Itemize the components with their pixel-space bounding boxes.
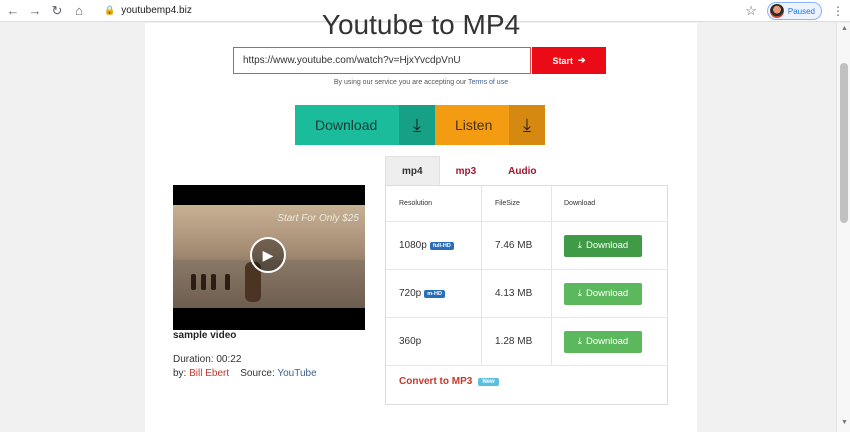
download-table: Resolution FileSize Download 1080p full-… (385, 185, 668, 405)
duration-line: Duration: 00:22 (173, 353, 317, 367)
content-card: Youtube to MP4 https://www.youtube.com/w… (145, 9, 697, 432)
tab-mp4[interactable]: mp4 (385, 156, 440, 186)
download-button[interactable]: ⤓ Download (564, 234, 642, 257)
download-label: Download (585, 288, 629, 299)
by-label: by: (173, 368, 187, 379)
lock-icon: 🔒 (104, 5, 116, 15)
arrow-right-icon: ➔ (577, 55, 586, 65)
download-button[interactable]: ⤓ Download (564, 282, 642, 305)
column-divider (551, 318, 552, 365)
runner-figure (225, 274, 230, 290)
column-divider (481, 186, 482, 221)
download-cell: ⤓ Download (564, 270, 642, 317)
format-tabs: mp4 mp3 Audio (385, 156, 552, 186)
tab-audio[interactable]: Audio (492, 156, 552, 186)
table-row: 1080p full-HD 7.46 MB ⤓ Download (386, 222, 668, 270)
home-icon[interactable]: ⌂ (70, 2, 88, 20)
convert-label: Convert to MP3 (399, 376, 473, 387)
column-divider (481, 270, 482, 317)
column-divider (551, 270, 552, 317)
download-button[interactable]: ⤓ Download (564, 330, 642, 353)
download-icon: ⤓ (577, 336, 582, 347)
download-tray-icon-2: ⤓ (509, 105, 545, 145)
browser-actions: ☆ Paused ⋮ (745, 2, 844, 20)
resolution-cell: 360p (399, 318, 421, 365)
resolution-value: 1080p (399, 240, 427, 251)
new-badge: New (478, 377, 499, 386)
video-url-input[interactable]: https://www.youtube.com/watch?v=HjxYvcdp… (233, 47, 531, 74)
download-icon: ⤓ (577, 288, 582, 299)
avatar (769, 4, 784, 18)
start-label: Start (552, 55, 573, 66)
profile-pill[interactable]: Paused (766, 2, 822, 20)
reload-icon[interactable]: ↻ (48, 2, 66, 20)
vertical-scrollbar[interactable]: ▲ ▼ (836, 23, 850, 432)
runner-figure (201, 274, 206, 290)
download-big-label: Download (315, 117, 378, 133)
listen-big-button[interactable]: Listen ⤓ (435, 105, 545, 145)
header-resolution: Resolution (399, 200, 433, 207)
source-link[interactable]: YouTube (277, 368, 316, 379)
start-button[interactable]: Start ➔ (532, 47, 606, 74)
video-title: sample video (173, 330, 237, 341)
listen-big-label: Listen (455, 117, 493, 133)
download-big-button[interactable]: Download ⤓ (295, 105, 435, 145)
play-icon[interactable]: ▶ (250, 237, 286, 273)
column-divider (481, 318, 482, 365)
quality-badge: full-HD (429, 241, 454, 250)
tab-mp3[interactable]: mp3 (440, 156, 493, 186)
header-download: Download (564, 200, 596, 207)
video-url-value: https://www.youtube.com/watch?v=HjxYvcdp… (243, 55, 461, 66)
forward-arrow-icon[interactable]: → (26, 2, 44, 20)
download-cell: ⤓ Download (564, 318, 642, 365)
quality-badge: m-HD (424, 289, 445, 298)
video-meta: Duration: 00:22 by: Bill Ebert Source: Y… (173, 353, 317, 381)
back-arrow-icon[interactable]: ← (4, 2, 22, 20)
convert-to-mp3-link[interactable]: Convert to MP3 New (399, 376, 499, 387)
column-divider (551, 186, 552, 221)
page-title: Youtube to MP4 (321, 9, 521, 40)
terms-link[interactable]: Terms of use (468, 79, 508, 86)
table-row: 360p 1.28 MB ⤓ Download (386, 318, 668, 366)
resolution-value: 360p (399, 336, 422, 347)
duration-value: 00:22 (216, 354, 242, 365)
scroll-down-icon[interactable]: ▼ (841, 419, 848, 426)
profile-status: Paused (787, 6, 815, 16)
download-icon: ⤓ (577, 240, 582, 251)
table-header-row: Resolution FileSize Download (386, 186, 668, 222)
download-label: Download (585, 336, 629, 347)
download-tray-icon: ⤓ (399, 105, 435, 145)
column-divider (481, 222, 482, 269)
runner-figure (191, 274, 196, 290)
scroll-thumb[interactable] (840, 63, 848, 223)
filesize-value: 7.46 MB (495, 240, 533, 251)
video-player[interactable]: Start For Only $25 ▶ (173, 185, 365, 330)
author-line: by: Bill Ebert Source: YouTube (173, 367, 317, 381)
page: Youtube to MP4 https://www.youtube.com/w… (0, 9, 850, 432)
terms-text: By using our service you are accepting o… (145, 79, 697, 86)
resolution-cell: 1080p full-HD (399, 222, 454, 269)
resolution-value: 720p (399, 288, 422, 299)
download-label: Download (585, 240, 629, 251)
scroll-up-icon[interactable]: ▲ (841, 25, 848, 32)
resolution-cell: 720p m-HD (399, 270, 445, 317)
author-link[interactable]: Bill Ebert (189, 368, 229, 379)
duration-label: Duration: (173, 354, 214, 365)
menu-icon[interactable]: ⋮ (832, 4, 844, 18)
column-divider (551, 222, 552, 269)
download-cell: ⤓ Download (564, 222, 642, 269)
filesize-value: 4.13 MB (495, 288, 533, 299)
filesize-value: 1.28 MB (495, 336, 533, 347)
table-row: 720p m-HD 4.13 MB ⤓ Download (386, 270, 668, 318)
star-icon[interactable]: ☆ (745, 3, 757, 19)
header-filesize: FileSize (495, 200, 520, 207)
runner-figure (211, 274, 216, 290)
terms-prefix: By using our service you are accepting o… (333, 79, 467, 86)
video-thumbnail: Start For Only $25 ▶ (173, 205, 365, 308)
video-overlay-text: Start For Only $25 (277, 213, 359, 224)
source-label: Source: (240, 368, 275, 379)
